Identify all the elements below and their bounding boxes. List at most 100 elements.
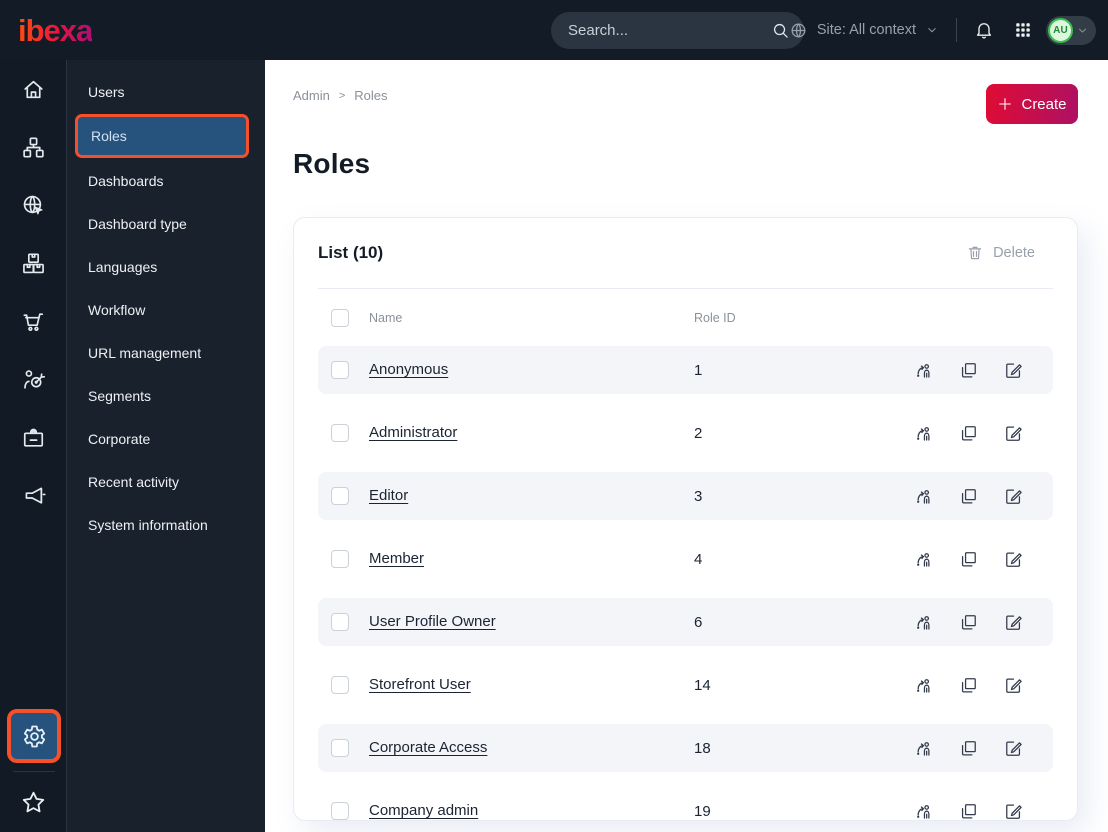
plus-icon [997, 96, 1013, 112]
site-icon[interactable] [0, 177, 67, 234]
user-menu[interactable]: AU [1046, 15, 1096, 45]
topbar-right: Site: All context AU [789, 0, 1096, 60]
edit-icon[interactable] [1004, 802, 1023, 821]
site-context-selector[interactable]: Site: All context [789, 21, 939, 40]
global-search[interactable] [551, 12, 804, 49]
create-button[interactable]: Create [986, 84, 1078, 124]
avatar[interactable]: AU [1048, 17, 1073, 43]
sidebar-menu-item-label: Segments [88, 387, 152, 404]
assign-to-users-icon[interactable] [914, 802, 933, 821]
role-name-link[interactable]: Storefront User [369, 676, 471, 693]
row-actions [914, 613, 1023, 632]
row-actions [914, 676, 1023, 695]
row-checkbox[interactable] [331, 613, 349, 631]
sidebar-menu-item[interactable]: Languages [67, 245, 265, 288]
sidebar-menu-item-label: Dashboards [88, 172, 164, 189]
assign-to-users-icon[interactable] [914, 361, 933, 380]
sidebar-menu-item-label: System information [88, 516, 208, 533]
home-icon[interactable] [0, 61, 67, 118]
copy-icon[interactable] [959, 550, 978, 569]
sidebar-menu-item[interactable]: Users [67, 70, 265, 113]
row-checkbox[interactable] [331, 676, 349, 694]
role-name-link[interactable]: Member [369, 550, 424, 567]
campaigns-megaphone-icon[interactable] [0, 467, 67, 524]
personalization-icon[interactable] [0, 351, 67, 408]
breadcrumb-separator: > [338, 89, 346, 102]
assign-to-users-icon[interactable] [914, 550, 933, 569]
sidebar-menu-item[interactable]: System information [67, 503, 265, 546]
product-catalog-icon[interactable] [0, 235, 67, 292]
topbar-divider [956, 18, 957, 42]
copy-icon[interactable] [959, 739, 978, 758]
sidebar-menu-item[interactable]: Roles [75, 114, 249, 158]
sidebar-menu-item[interactable]: Recent activity [67, 460, 265, 503]
chevron-down-icon [1076, 24, 1089, 37]
row-checkbox[interactable] [331, 361, 349, 379]
sidebar-menu-item[interactable]: Workflow [67, 288, 265, 331]
copy-icon[interactable] [959, 487, 978, 506]
row-checkbox[interactable] [331, 487, 349, 505]
assign-to-users-icon[interactable] [914, 487, 933, 506]
select-all-checkbox[interactable] [331, 308, 349, 327]
sidebar-menu-item-label: Recent activity [88, 473, 180, 490]
assign-to-users-icon[interactable] [914, 424, 933, 443]
copy-icon[interactable] [959, 613, 978, 632]
role-id-value: 19 [694, 802, 711, 820]
breadcrumb-link-admin[interactable]: Admin [293, 88, 330, 103]
search-input[interactable] [568, 22, 771, 39]
sidebar-menu-item[interactable]: Segments [67, 374, 265, 417]
main-content: Admin > Roles Create Roles List (10) Del… [265, 60, 1108, 832]
role-name-link[interactable]: User Profile Owner [369, 613, 496, 630]
assign-to-users-icon[interactable] [914, 676, 933, 695]
role-id-value: 1 [694, 361, 703, 379]
delete-button[interactable]: Delete [966, 244, 1035, 262]
corporate-badge-icon[interactable] [0, 409, 67, 466]
table-row: Corporate Access 18 [318, 724, 1053, 772]
sidebar-menu-item[interactable]: URL management [67, 331, 265, 374]
edit-icon[interactable] [1004, 676, 1023, 695]
row-actions [914, 361, 1023, 380]
role-name-link[interactable]: Editor [369, 487, 408, 504]
delete-button-label: Delete [993, 245, 1035, 261]
role-name-link[interactable]: Administrator [369, 424, 457, 441]
role-name-link[interactable]: Company admin [369, 802, 478, 819]
chevron-down-icon [925, 23, 939, 37]
assign-to-users-icon[interactable] [914, 613, 933, 632]
table-row: Storefront User 14 [318, 661, 1053, 709]
ibexa-logo[interactable]: ibexa [18, 15, 93, 46]
copy-icon[interactable] [959, 802, 978, 821]
search-icon[interactable] [771, 21, 790, 40]
notifications-bell-icon[interactable] [974, 20, 994, 40]
sidebar-menu-item-label: Dashboard type [88, 215, 187, 232]
edit-icon[interactable] [1004, 424, 1023, 443]
sidebar-menu-item[interactable]: Corporate [67, 417, 265, 460]
copy-icon[interactable] [959, 361, 978, 380]
copy-icon[interactable] [959, 676, 978, 695]
edit-icon[interactable] [1004, 613, 1023, 632]
table-row: Member 4 [318, 535, 1053, 583]
edit-icon[interactable] [1004, 361, 1023, 380]
role-name-link[interactable]: Anonymous [369, 361, 448, 378]
commerce-cart-icon[interactable] [0, 293, 67, 350]
sidebar-menu-item[interactable]: Dashboard type [67, 202, 265, 245]
app-grid-icon[interactable] [1014, 21, 1032, 39]
settings-gear-icon[interactable] [6, 709, 61, 763]
roles-list-card: List (10) Delete Name Role ID Anonymous … [293, 217, 1078, 821]
row-checkbox[interactable] [331, 550, 349, 568]
content-structure-icon[interactable] [0, 119, 67, 176]
role-name-link[interactable]: Corporate Access [369, 739, 487, 756]
rail-separator [12, 771, 55, 772]
assign-to-users-icon[interactable] [914, 739, 933, 758]
edit-icon[interactable] [1004, 739, 1023, 758]
edit-icon[interactable] [1004, 550, 1023, 569]
row-checkbox[interactable] [331, 424, 349, 442]
edit-icon[interactable] [1004, 487, 1023, 506]
topbar: ibexa Site: All context AU [0, 0, 1108, 60]
table-row: Editor 3 [318, 472, 1053, 520]
row-checkbox[interactable] [331, 739, 349, 757]
sidebar-menu-item[interactable]: Dashboards [67, 159, 265, 202]
copy-icon[interactable] [959, 424, 978, 443]
role-id-value: 18 [694, 739, 711, 757]
row-checkbox[interactable] [331, 802, 349, 820]
bookmarks-star-icon[interactable] [0, 776, 67, 828]
